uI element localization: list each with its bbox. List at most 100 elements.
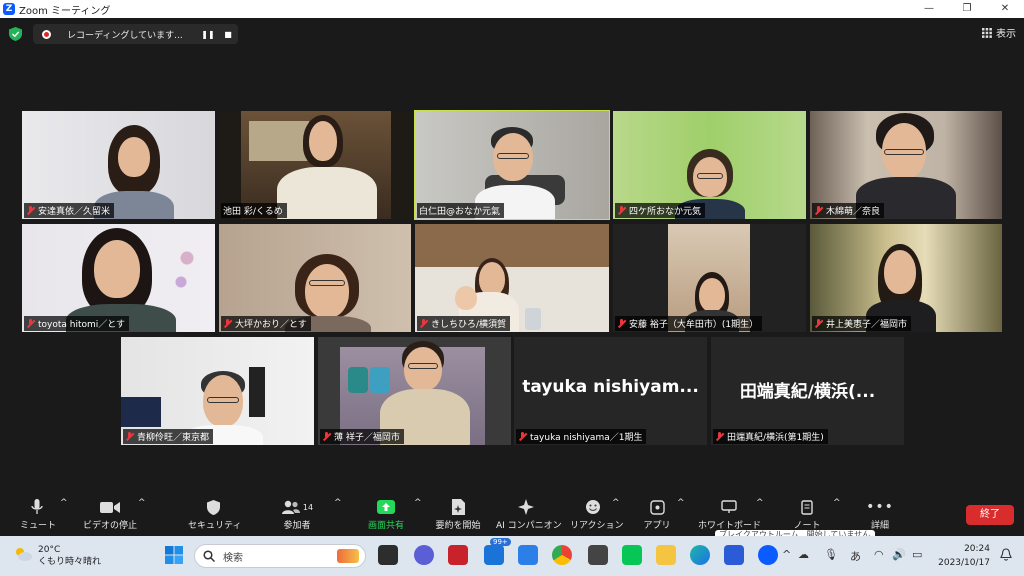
whiteboard-button[interactable]: ホワイトボード — [698, 498, 761, 531]
mic-muted-icon — [814, 319, 823, 328]
apps-options-chevron-icon[interactable]: ^ — [677, 498, 685, 508]
more-button[interactable]: ••• 詳細 — [866, 498, 894, 531]
participant-name: 四ケ所おなか元気 — [629, 207, 702, 217]
video-tile[interactable]: きしちひろ/横須賀 — [415, 224, 609, 332]
participant-name: 青柳伶旺／東京都 — [137, 433, 210, 443]
video-tile[interactable]: 安藤 裕子（大牟田市）(1期生） — [613, 224, 806, 332]
minimize-button[interactable]: — — [910, 0, 948, 18]
taskbar-search-box[interactable]: 検索 — [194, 544, 366, 568]
ime-indicator[interactable]: あ — [850, 548, 861, 564]
encryption-shield-icon[interactable] — [9, 27, 22, 41]
mic-muted-icon — [322, 432, 331, 441]
notes-button[interactable]: ノート — [792, 498, 822, 531]
tray-overflow-chevron-icon[interactable]: ^ — [782, 548, 791, 561]
mcafee-icon[interactable] — [448, 545, 468, 565]
view-label: 表示 — [996, 29, 1016, 40]
participant-name: 安藤 裕子（大牟田市）(1期生） — [629, 320, 759, 330]
wifi-icon[interactable]: ◠ — [874, 548, 884, 561]
video-options-chevron-icon[interactable]: ^ — [138, 498, 146, 508]
grid-view-icon — [982, 27, 992, 38]
security-button[interactable]: セキュリティ — [188, 498, 241, 531]
word-icon[interactable] — [724, 545, 744, 565]
apps-icon — [649, 499, 665, 515]
video-camera-icon — [100, 501, 120, 513]
partly-cloudy-icon — [14, 547, 32, 561]
close-button[interactable]: ✕ — [986, 0, 1024, 18]
whiteboard-options-chevron-icon[interactable]: ^ — [756, 498, 764, 508]
video-tile[interactable]: 池田 彩/くるめ — [219, 111, 411, 219]
search-highlight-icon — [337, 549, 359, 563]
participants-options-chevron-icon[interactable]: ^ — [334, 498, 342, 508]
windows-start-icon[interactable] — [164, 545, 184, 565]
participant-name-tag: 薄 祥子／福岡市 — [320, 429, 404, 444]
share-options-chevron-icon[interactable]: ^ — [414, 498, 422, 508]
video-tile-active-speaker[interactable]: 白仁田@おなか元氣 — [414, 110, 610, 220]
file-explorer-icon[interactable] — [656, 545, 676, 565]
onedrive-cloud-icon[interactable]: ☁ — [798, 548, 809, 561]
reactions-options-chevron-icon[interactable]: ^ — [612, 498, 620, 508]
participant-name-tag: 白仁田@おなか元氣 — [417, 203, 505, 218]
participant-name: 木綿萌／奈良 — [826, 207, 881, 217]
weather-temperature: 20°C — [38, 545, 61, 555]
video-tile[interactable]: toyota hitomi／とす — [22, 224, 215, 332]
mic-muted-icon — [419, 319, 428, 328]
video-tile-camera-off[interactable]: 田端真紀/横浜(... 田端真紀/横浜(第1期生) — [711, 337, 904, 445]
ai-companion-label: AI コンパニオン — [496, 521, 562, 531]
participant-name-tag: 四ケ所おなか元気 — [615, 203, 706, 218]
restore-button[interactable]: ❐ — [948, 0, 986, 18]
notes-icon — [801, 499, 813, 515]
todo-check-icon[interactable] — [518, 545, 538, 565]
edge-icon[interactable] — [690, 545, 710, 565]
window-title: Zoom ミーティング — [19, 5, 111, 17]
mic-muted-icon — [715, 432, 724, 441]
speaker-icon[interactable]: 🔊 — [892, 548, 906, 561]
search-icon — [203, 550, 215, 562]
share-screen-button[interactable]: 画面共有 — [366, 498, 406, 531]
participants-label: 参加者 — [283, 521, 311, 531]
reactions-button[interactable]: リアクション — [570, 498, 624, 531]
summary-document-icon — [451, 499, 465, 515]
participant-display-name: 田端真紀/横浜(... — [739, 382, 876, 402]
stop-video-button[interactable]: ビデオの停止 — [82, 498, 138, 531]
video-tile[interactable]: 四ケ所おなか元気 — [613, 111, 806, 219]
video-tile[interactable]: 青柳伶旺／東京都 — [121, 337, 314, 445]
video-tile[interactable]: 大坪かおり／とす — [219, 224, 411, 332]
participant-name: 井上美恵子／福岡市 — [826, 320, 908, 330]
teams-chat-icon[interactable] — [414, 545, 434, 565]
participant-name-tag: きしちひろ/横須賀 — [417, 316, 511, 331]
participant-name-tag: toyota hitomi／とす — [24, 316, 130, 331]
participants-button[interactable]: 14 参加者 — [280, 498, 314, 531]
notes-options-chevron-icon[interactable]: ^ — [833, 498, 841, 508]
video-tile[interactable]: 井上美恵子／福岡市 — [810, 224, 1002, 332]
view-button[interactable]: 表示 — [982, 25, 1016, 40]
line-icon[interactable] — [622, 545, 642, 565]
start-summary-button[interactable]: 要約を開始 — [434, 498, 482, 531]
weather-widget[interactable]: 20°C くもり時々晴れ — [14, 544, 101, 568]
video-tile[interactable]: 木綿萌／奈良 — [810, 111, 1002, 219]
video-tile[interactable]: 安達真依／久留米 — [22, 111, 215, 219]
mail-icon[interactable] — [484, 545, 504, 565]
microphone-tray-icon[interactable]: 🎙 — [824, 548, 838, 561]
system-clock[interactable]: 20:24 2023/10/17 — [938, 542, 990, 570]
whiteboard-icon — [721, 500, 737, 513]
window-titlebar: Z Zoom ミーティング — ❐ ✕ — [0, 0, 1024, 18]
battery-icon[interactable]: ▭ — [912, 548, 922, 561]
stop-recording-button[interactable]: ■ — [218, 30, 238, 39]
zoom-app-icon[interactable] — [758, 545, 778, 565]
end-meeting-button[interactable]: 終了 — [966, 505, 1014, 525]
video-tile[interactable]: 薄 祥子／福岡市 — [318, 337, 511, 445]
apps-button[interactable]: アプリ — [642, 498, 672, 531]
participant-name: toyota hitomi／とす — [38, 320, 126, 330]
participant-name-tag: 木綿萌／奈良 — [812, 203, 885, 218]
video-tile-camera-off[interactable]: tayuka nishiyam... tayuka nishiyama／1期生 — [514, 337, 707, 445]
mic-muted-icon — [26, 319, 35, 328]
notification-bell-icon[interactable] — [1000, 548, 1012, 561]
audio-options-chevron-icon[interactable]: ^ — [60, 498, 68, 508]
app-icon[interactable] — [588, 545, 608, 565]
task-view-icon[interactable] — [378, 545, 398, 565]
mute-button[interactable]: ミュート — [20, 498, 56, 531]
chrome-icon[interactable] — [552, 545, 572, 565]
ai-companion-button[interactable]: AI コンパニオン — [496, 498, 562, 531]
mail-badge: 99+ — [490, 538, 511, 546]
pause-recording-button[interactable]: ❚❚ — [198, 30, 218, 39]
